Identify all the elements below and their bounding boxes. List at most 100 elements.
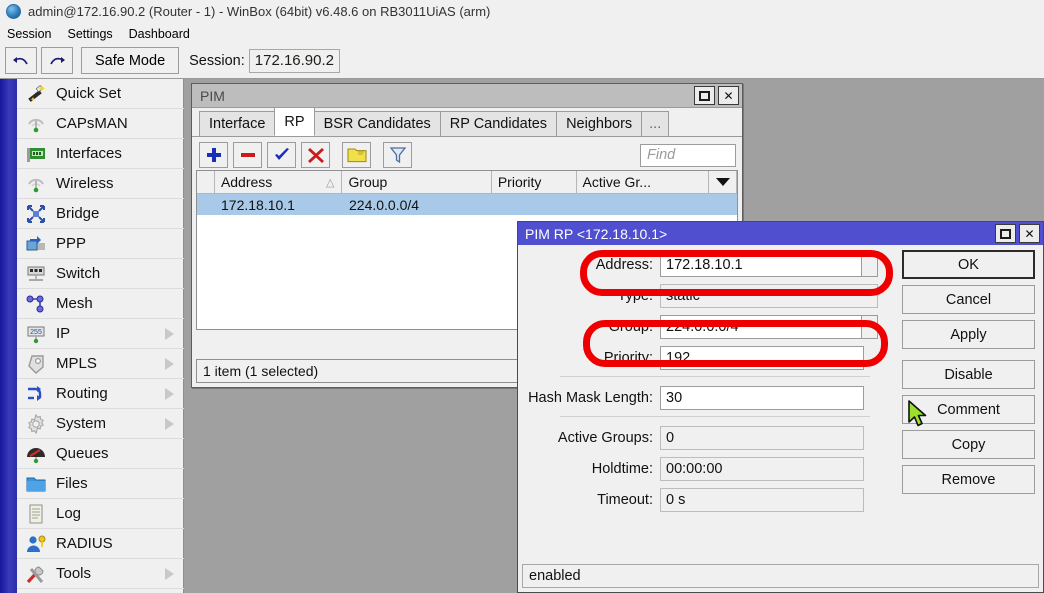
sidebar-item-wireless[interactable]: Wireless <box>17 169 184 199</box>
folder-icon <box>25 473 47 495</box>
session-value[interactable]: 172.16.90.2 <box>249 49 340 73</box>
tools-wrench-icon <box>25 563 47 585</box>
group-field-spinner[interactable] <box>862 315 878 339</box>
dialog-title-bar[interactable]: PIM RP <172.18.10.1> ✕ <box>518 222 1043 245</box>
sidebar-item-label: IP <box>56 325 70 342</box>
maximize-icon[interactable] <box>995 224 1016 243</box>
log-scroll-icon <box>25 503 47 525</box>
sidebar-item-log[interactable]: Log <box>17 499 184 529</box>
row-address: 172.18.10.1 <box>215 194 343 215</box>
chevron-right-icon <box>165 358 174 370</box>
sidebar-item-label: Bridge <box>56 205 99 222</box>
winbox-application: admin@172.16.90.2 (Router - 1) - WinBox … <box>0 0 1044 593</box>
cancel-button[interactable]: Cancel <box>902 285 1035 314</box>
ip-255-icon: 255 <box>25 323 47 345</box>
table-header-priority[interactable]: Priority <box>492 171 577 193</box>
tab-more[interactable]: ... <box>641 111 669 136</box>
tab-bsr-candidates[interactable]: BSR Candidates <box>314 111 441 136</box>
timeout-value: 0 s <box>660 488 864 512</box>
ok-button[interactable]: OK <box>902 250 1035 279</box>
sidebar-item-quick-set[interactable]: Quick Set <box>17 79 184 109</box>
sidebar-item-routing[interactable]: Routing <box>17 379 184 409</box>
dialog-status-bar: enabled <box>522 564 1039 588</box>
filter-funnel-icon[interactable] <box>383 142 412 168</box>
table-header-row: Address △ Group Priority Active Gr... <box>197 171 737 194</box>
menu-settings[interactable]: Settings <box>67 27 112 41</box>
routing-arrows-icon <box>25 383 47 405</box>
sidebar-item-tools[interactable]: Tools <box>17 559 184 589</box>
address-field-spinner[interactable] <box>862 253 878 277</box>
svg-text:255: 255 <box>30 329 42 336</box>
dialog-body: Address: 172.18.10.1 Type: static Group:… <box>518 245 1043 513</box>
sidebar-item-label: MPLS <box>56 355 97 372</box>
priority-field[interactable]: 192 <box>660 346 864 370</box>
mpls-tag-icon <box>25 353 47 375</box>
sidebar-item-system[interactable]: System <box>17 409 184 439</box>
close-icon[interactable]: ✕ <box>1019 224 1040 243</box>
group-field[interactable]: 224.0.0.0/4 <box>660 315 862 339</box>
redo-arrow-icon[interactable] <box>41 47 73 74</box>
holdtime-label: Holdtime: <box>518 461 660 477</box>
sidebar-item-files[interactable]: Files <box>17 469 184 499</box>
sidebar-item-label: Queues <box>56 445 109 462</box>
undo-arrow-icon[interactable] <box>5 47 37 74</box>
tab-interface[interactable]: Interface <box>199 111 275 136</box>
address-label: Address: <box>518 257 660 273</box>
sidebar-item-label: Routing <box>56 385 108 402</box>
menu-session[interactable]: Session <box>7 27 51 41</box>
sidebar-item-queues[interactable]: Queues <box>17 439 184 469</box>
search-input[interactable]: Find <box>640 144 736 167</box>
sidebar: Box Quick Set <box>0 79 184 593</box>
table-header-address-label: Address <box>221 174 272 190</box>
table-header-active-groups[interactable]: Active Gr... <box>577 171 709 193</box>
tab-rp-candidates[interactable]: RP Candidates <box>440 111 557 136</box>
sidebar-item-ppp[interactable]: PPP <box>17 229 184 259</box>
disable-cross-icon[interactable] <box>301 142 330 168</box>
sidebar-item-label: Wireless <box>56 175 114 192</box>
table-header-address[interactable]: Address △ <box>215 171 343 193</box>
enable-check-icon[interactable] <box>267 142 296 168</box>
dialog-button-column: OK Cancel Apply Disable Comment Copy Rem… <box>902 250 1035 500</box>
sidebar-item-interfaces[interactable]: Interfaces <box>17 139 184 169</box>
divider-1 <box>560 376 870 377</box>
disable-button[interactable]: Disable <box>902 360 1035 389</box>
sidebar-item-mpls[interactable]: MPLS <box>17 349 184 379</box>
table-header-group[interactable]: Group <box>342 171 491 193</box>
sidebar-item-switch[interactable]: Switch <box>17 259 184 289</box>
sidebar-item-label: Tools <box>56 565 91 582</box>
sidebar-item-ip[interactable]: 255 IP <box>17 319 184 349</box>
hash-mask-length-field[interactable]: 30 <box>660 386 864 410</box>
chevron-right-icon <box>165 568 174 580</box>
address-field[interactable]: 172.18.10.1 <box>660 253 862 277</box>
column-chooser-icon[interactable] <box>709 171 737 193</box>
window-title-bar: admin@172.16.90.2 (Router - 1) - WinBox … <box>0 0 1044 24</box>
sidebar-item-label: Files <box>56 475 88 492</box>
menu-dashboard[interactable]: Dashboard <box>129 27 190 41</box>
add-plus-icon[interactable] <box>199 142 228 168</box>
remove-minus-icon[interactable] <box>233 142 262 168</box>
hash-mask-length-label: Hash Mask Length: <box>518 390 660 406</box>
safe-mode-button[interactable]: Safe Mode <box>81 47 179 74</box>
apply-button[interactable]: Apply <box>902 320 1035 349</box>
tab-rp[interactable]: RP <box>274 107 314 136</box>
maximize-icon[interactable] <box>694 86 715 105</box>
sidebar-item-radius[interactable]: RADIUS <box>17 529 184 559</box>
sidebar-item-bridge[interactable]: Bridge <box>17 199 184 229</box>
queues-gauge-icon <box>25 443 47 465</box>
arrow-pointer-cursor <box>908 400 930 430</box>
close-icon[interactable]: ✕ <box>718 86 739 105</box>
table-row[interactable]: 172.18.10.1 224.0.0.0/4 <box>197 194 737 215</box>
copy-button[interactable]: Copy <box>902 430 1035 459</box>
group-label: Group: <box>518 319 660 335</box>
sidebar-item-mesh[interactable]: Mesh <box>17 289 184 319</box>
remove-button[interactable]: Remove <box>902 465 1035 494</box>
pim-window-title: PIM <box>200 88 691 104</box>
antenna-icon <box>25 113 47 135</box>
sidebar-item-label: CAPsMAN <box>56 115 128 132</box>
pim-window-title-bar[interactable]: PIM ✕ <box>192 84 742 108</box>
sidebar-item-capsman[interactable]: CAPsMAN <box>17 109 184 139</box>
chevron-right-icon <box>165 328 174 340</box>
active-groups-label: Active Groups: <box>518 430 660 446</box>
comment-note-icon[interactable] <box>342 142 371 168</box>
tab-neighbors[interactable]: Neighbors <box>556 111 642 136</box>
